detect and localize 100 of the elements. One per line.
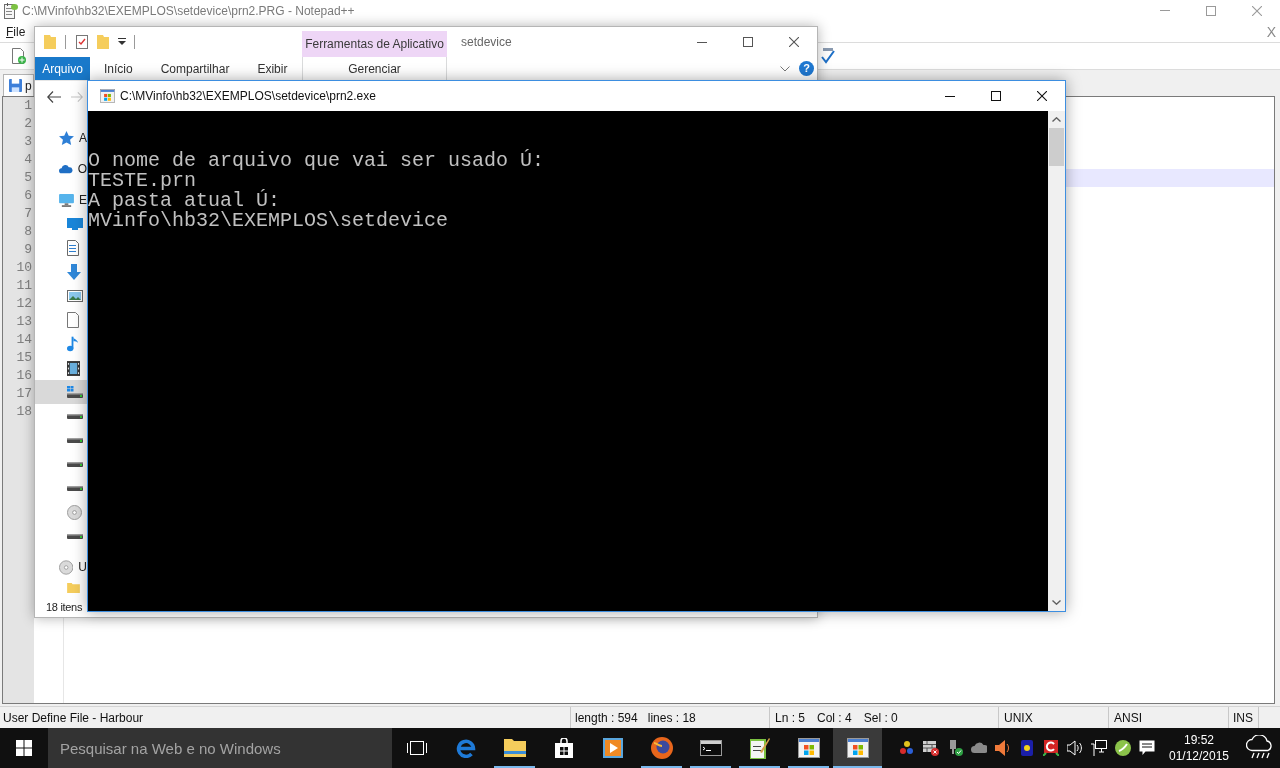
leaf-circle-icon[interactable] bbox=[1115, 740, 1131, 756]
window-icon bbox=[797, 738, 820, 758]
monitor-icon bbox=[59, 193, 74, 207]
system-drive-icon bbox=[67, 386, 83, 398]
browser-icon bbox=[455, 738, 476, 758]
cloud-icon[interactable] bbox=[971, 740, 987, 756]
window-title: C:\MVinfo\hb32\EXEMPLOS\setdevice\prn2.PRG - Notepad++ bbox=[22, 2, 355, 20]
line-number: 6 bbox=[23, 187, 33, 205]
notification-icon[interactable] bbox=[1139, 740, 1155, 756]
search-field[interactable]: Pesquisar na Web e no Windows bbox=[48, 728, 392, 768]
status-text: length : 594 bbox=[575, 709, 638, 727]
contextual-tab-header: Ferramentas de Aplicativo bbox=[302, 31, 447, 57]
chevron-down-icon[interactable] bbox=[780, 65, 790, 72]
ribbon-tab[interactable]: Compartilhar bbox=[146, 57, 244, 80]
nav-item[interactable]: U bbox=[35, 555, 87, 579]
arc-tile-icon[interactable] bbox=[1043, 740, 1059, 756]
close-icon bbox=[1037, 91, 1047, 101]
status-text: ANSI bbox=[1114, 709, 1142, 727]
speaker-icon[interactable] bbox=[995, 740, 1011, 756]
check-mark-icon[interactable] bbox=[821, 48, 835, 64]
console-output-line: O nome de arquivo que vai ser usado Ú: bbox=[88, 151, 545, 171]
network-icon[interactable] bbox=[1091, 740, 1107, 756]
clock-time: 19:52 bbox=[1184, 732, 1214, 748]
window-title: C:\MVinfo\hb32\EXEMPLOS\setdevice\prn2.exe bbox=[120, 88, 376, 105]
minimize-icon bbox=[1160, 10, 1170, 11]
floppy-icon bbox=[9, 79, 22, 92]
scrollbar[interactable] bbox=[1048, 111, 1065, 611]
plug-check-icon[interactable] bbox=[947, 740, 963, 756]
document-tab[interactable]: p bbox=[3, 74, 34, 96]
play-tile-icon bbox=[602, 738, 623, 758]
window-title: setdevice bbox=[461, 34, 512, 51]
status-text: INS bbox=[1233, 709, 1253, 727]
drive-icon bbox=[67, 413, 83, 419]
scroll-down-icon[interactable] bbox=[1052, 600, 1061, 605]
nav-item[interactable]: E bbox=[35, 188, 87, 212]
film-icon bbox=[67, 360, 80, 376]
line-number: 14 bbox=[15, 331, 33, 349]
scroll-up-icon[interactable] bbox=[1052, 117, 1061, 122]
ribbon-tab[interactable]: Gerenciar bbox=[303, 57, 446, 80]
rain-cloud-icon[interactable] bbox=[1245, 735, 1274, 761]
nav-item[interactable]: A bbox=[35, 126, 87, 150]
line-number: 17 bbox=[15, 385, 33, 403]
clock-date: 01/12/2015 bbox=[1168, 748, 1230, 764]
menu-item[interactable]: File bbox=[0, 22, 32, 41]
volume-icon[interactable] bbox=[1067, 740, 1083, 756]
line-number: 7 bbox=[23, 205, 33, 223]
line-number: 12 bbox=[15, 295, 33, 313]
wall-x-icon[interactable] bbox=[923, 740, 939, 756]
nav-item[interactable] bbox=[35, 380, 87, 404]
picture-icon bbox=[67, 290, 83, 302]
minimize-icon bbox=[697, 41, 707, 43]
line-number: 8 bbox=[23, 223, 33, 241]
line-number: 13 bbox=[15, 313, 33, 331]
status-text: 18 itens bbox=[46, 599, 83, 615]
window-icon bbox=[846, 738, 869, 758]
line-number: 4 bbox=[23, 151, 33, 169]
status-text: User Define File - Harbour bbox=[3, 709, 144, 727]
task-view-icon bbox=[406, 741, 427, 755]
ribbon-tab[interactable]: Início bbox=[90, 57, 147, 80]
screen-icon bbox=[67, 218, 83, 230]
new-file-icon[interactable] bbox=[12, 48, 26, 64]
console-output-line: A pasta atual Ú: bbox=[88, 191, 281, 211]
close-icon bbox=[789, 37, 799, 47]
help-button[interactable]: ? bbox=[799, 61, 814, 76]
ribbon-tab[interactable]: Exibir bbox=[243, 57, 302, 80]
line-number: 16 bbox=[15, 367, 33, 385]
download-arrow-icon bbox=[67, 264, 81, 280]
page-icon bbox=[67, 312, 79, 328]
scrollbar-thumb[interactable] bbox=[1049, 128, 1064, 166]
line-number: 3 bbox=[23, 133, 33, 151]
disc-icon bbox=[67, 504, 82, 520]
drive-icon bbox=[67, 461, 83, 467]
colored-dots-icon[interactable] bbox=[899, 740, 915, 756]
maximize-icon bbox=[743, 37, 753, 47]
line-number: 15 bbox=[15, 349, 33, 367]
status-text: Ln : 5 bbox=[775, 709, 806, 727]
taskbar-app-button[interactable] bbox=[833, 728, 882, 768]
line-number: 11 bbox=[15, 277, 33, 295]
maximize-icon bbox=[1206, 5, 1216, 16]
folder-icon bbox=[67, 583, 80, 593]
cloud-icon bbox=[59, 164, 73, 174]
line-number: 9 bbox=[23, 241, 33, 259]
status-text: lines : 18 bbox=[647, 709, 696, 727]
line-number: 1 bbox=[23, 97, 33, 115]
checklist-icon[interactable] bbox=[76, 35, 88, 49]
console-output-line: MVinfo\hb32\EXEMPLOS\setdevice bbox=[88, 211, 449, 231]
document-icon bbox=[67, 240, 79, 256]
window-icon bbox=[100, 89, 115, 103]
nav-item[interactable]: O bbox=[35, 157, 87, 181]
file-tab[interactable]: Arquivo bbox=[35, 57, 90, 80]
status-text: Sel : 0 bbox=[863, 709, 898, 727]
close-icon bbox=[1252, 5, 1262, 16]
maximize-icon bbox=[991, 91, 1001, 101]
back-arrow-icon[interactable] bbox=[47, 91, 61, 103]
close-document-button[interactable]: X bbox=[1266, 24, 1276, 39]
minimize-icon bbox=[945, 95, 955, 97]
dropdown-caret-icon[interactable] bbox=[118, 38, 126, 46]
drive-icon bbox=[67, 485, 83, 491]
line-number: 2 bbox=[23, 115, 33, 133]
line-number: 18 bbox=[15, 403, 33, 421]
